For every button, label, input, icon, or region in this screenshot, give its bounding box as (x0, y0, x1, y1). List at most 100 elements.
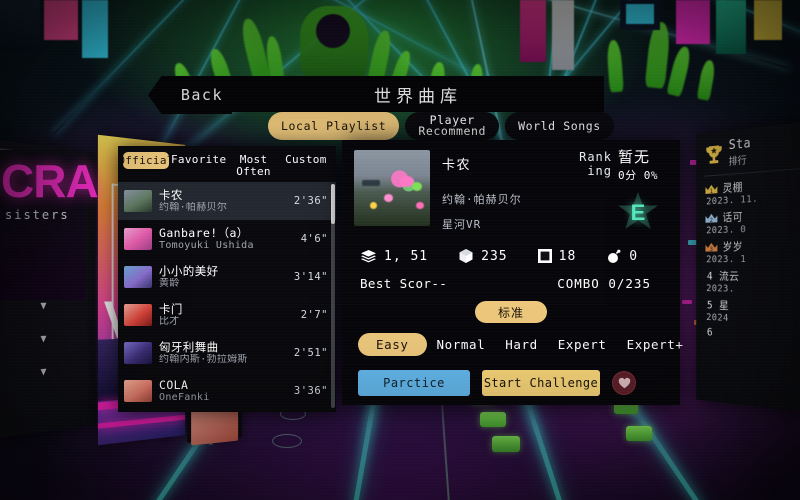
track-note (492, 436, 520, 452)
song-duration: 2'36" (293, 195, 328, 207)
scrollbar-thumb[interactable] (331, 184, 335, 224)
poster-bar (97, 414, 186, 429)
song-meta: COLA OneFanki (159, 379, 287, 404)
difficulty-expert-plus[interactable]: Expert+ (617, 333, 694, 356)
song-list-item[interactable]: 匈牙利舞曲 约翰内斯·勃拉姆斯 2'51" (118, 334, 336, 372)
svg-text:3: 3 (710, 246, 713, 252)
billboard (82, 0, 108, 58)
song-list-item[interactable]: 小小的美好 黄龄 3'14" (118, 258, 336, 296)
stat-value: 1, 51 (384, 248, 429, 264)
song-artist: 黄龄 (159, 277, 180, 289)
leaderboard-header: Sta 排行 (705, 130, 800, 170)
crown-icon-2: 2 (705, 213, 718, 223)
song-list-tabs[interactable]: OfficialFavoriteMost OftenCustom (118, 146, 336, 182)
ranking-points: 0分 0% (618, 169, 658, 182)
back-button[interactable]: Back (148, 76, 232, 114)
billboard (0, 0, 40, 52)
leaderboard-rank-number: 6 (706, 325, 713, 339)
song-stats-row: 1, 51 235 18 0 (354, 248, 668, 264)
billboard (552, 0, 574, 70)
song-list-item[interactable]: 卡门 比才 2'7" (118, 296, 336, 334)
difficulty-normal[interactable]: Normal (427, 333, 496, 356)
song-duration: 2'51" (293, 347, 328, 359)
nav-tab-2[interactable]: World Songs (505, 112, 614, 140)
background-leaderboard-panel[interactable]: Sta 排行 1 灵棚 2023. 11. 2 话可 2023. 0 3 岁岁 2023. 14… (696, 120, 800, 414)
page-title-bar: 世界曲库 (232, 76, 604, 112)
song-title: COLA (159, 378, 189, 392)
confetti-piece (682, 300, 692, 304)
svg-text:2: 2 (710, 217, 713, 223)
song-artist: 约翰·帕赫贝尔 (159, 201, 228, 213)
song-list-tab-1[interactable]: Favorite (171, 150, 226, 182)
difficulty-easy[interactable]: Easy (358, 333, 427, 356)
leaderboard-rank-number: 5 (706, 298, 713, 312)
layers-icon (361, 249, 376, 262)
song-artist: Tomoyuki Ushida (159, 239, 254, 251)
song-detail-title: 卡农 (442, 158, 472, 173)
favorite-button[interactable] (612, 371, 636, 395)
song-thumbnail (124, 190, 152, 212)
song-artist: OneFanki (159, 391, 210, 403)
stat-value: 18 (558, 248, 577, 264)
song-thumbnail (124, 304, 152, 326)
practice-button[interactable]: Parctice (358, 370, 470, 396)
poster-text: CRA (1, 155, 99, 207)
mode-pill-standard[interactable]: 标准 (475, 301, 547, 323)
chevron-down-icon[interactable]: ▼ (40, 299, 88, 312)
leaderboard-rank-number: 4 (706, 269, 713, 282)
leaderboard-row: 1 灵棚 2023. 11. (705, 174, 800, 207)
leaderboard-date: 2023. 1 (706, 254, 747, 266)
song-meta: 小小的美好 黄龄 (159, 265, 287, 290)
nav-tabs[interactable]: Local Playlist Player Recommend World Song… (268, 112, 614, 140)
leaderboard-row: 6 (705, 326, 800, 345)
track-note (626, 426, 652, 441)
song-list-item[interactable]: 卡农 约翰·帕赫贝尔 2'36" (118, 182, 336, 220)
leaderboard-title: Sta (728, 136, 752, 154)
stat-notes: 235 (458, 248, 507, 264)
difficulty-selector[interactable]: Easy Normal Hard Expert Expert+ (354, 333, 683, 356)
leaderboard-player-name: 岁岁 (722, 240, 743, 254)
song-list-tab-0[interactable]: Official (123, 152, 169, 169)
page-title: 世界曲库 (374, 86, 462, 107)
song-list-item[interactable]: COLA OneFanki 3'36" (118, 372, 336, 410)
song-title: 小小的美好 (159, 264, 219, 278)
song-detail-panel[interactable]: 卡农 约翰·帕赫贝尔 星河VR Rank ing 暂无 0分 0% E 1, 5… (342, 140, 683, 405)
song-list-tab-3[interactable]: Custom (281, 150, 331, 182)
leaderboard-row: 3 岁岁 2023. 1 (705, 237, 800, 265)
action-buttons[interactable]: Parctice Start Challenge (354, 370, 668, 396)
best-score: Best Scor-- (360, 276, 448, 291)
chevron-down-icon[interactable]: ▼ (40, 362, 88, 378)
difficulty-expert[interactable]: Expert (548, 333, 617, 356)
leaderboard-player-name: 流云 (719, 269, 740, 283)
grade-letter: E (630, 200, 646, 225)
track-note (480, 412, 506, 427)
leaderboard-date: 2023. (706, 283, 735, 295)
song-list-panel[interactable]: OfficialFavoriteMost OftenCustom 卡农约翰·帕赫… (118, 146, 336, 412)
combo-value: COMBO 0/235 (557, 276, 651, 291)
song-duration: 4'6" (300, 233, 328, 245)
stat-bombs: 0 (606, 248, 638, 264)
leaderboard-subtitle: 排行 (728, 155, 747, 168)
song-title: 卡门 (159, 302, 183, 316)
heart-icon (618, 377, 630, 389)
poster-subtext: sisters (5, 208, 70, 222)
crown-icon-1: 1 (705, 183, 718, 194)
start-challenge-button[interactable]: Start Challenge (482, 370, 600, 396)
nav-tab-1[interactable]: Player Recommend (405, 112, 500, 140)
chevron-down-icon[interactable]: ▼ (40, 330, 88, 345)
difficulty-hard[interactable]: Hard (495, 333, 548, 356)
box-icon (537, 249, 552, 263)
billboard-screen (626, 4, 654, 24)
leaderboard-row: 2 话可 2023. 0 (705, 205, 800, 236)
song-list[interactable]: 卡农 约翰·帕赫贝尔 2'36" Ganbare!（a） Tomoyuki Ushida… (118, 182, 336, 412)
score-row: Best Scor-- COMBO 0/235 (354, 276, 668, 291)
song-detail-label: 星河VR (442, 218, 482, 231)
nav-tab-0[interactable]: Local Playlist (268, 112, 400, 140)
song-meta: 卡门 比才 (159, 303, 294, 328)
stat-blocks: 18 (537, 248, 577, 264)
song-artist: 约翰内斯·勃拉姆斯 (159, 353, 248, 365)
song-detail-info: 卡农 约翰·帕赫贝尔 星河VR (442, 150, 560, 232)
song-list-item[interactable]: Ganbare!（a） Tomoyuki Ushida 4'6" (118, 220, 336, 258)
song-list-tab-2[interactable]: Most Often (228, 150, 278, 182)
leaderboard-player-name: 话可 (722, 210, 743, 225)
